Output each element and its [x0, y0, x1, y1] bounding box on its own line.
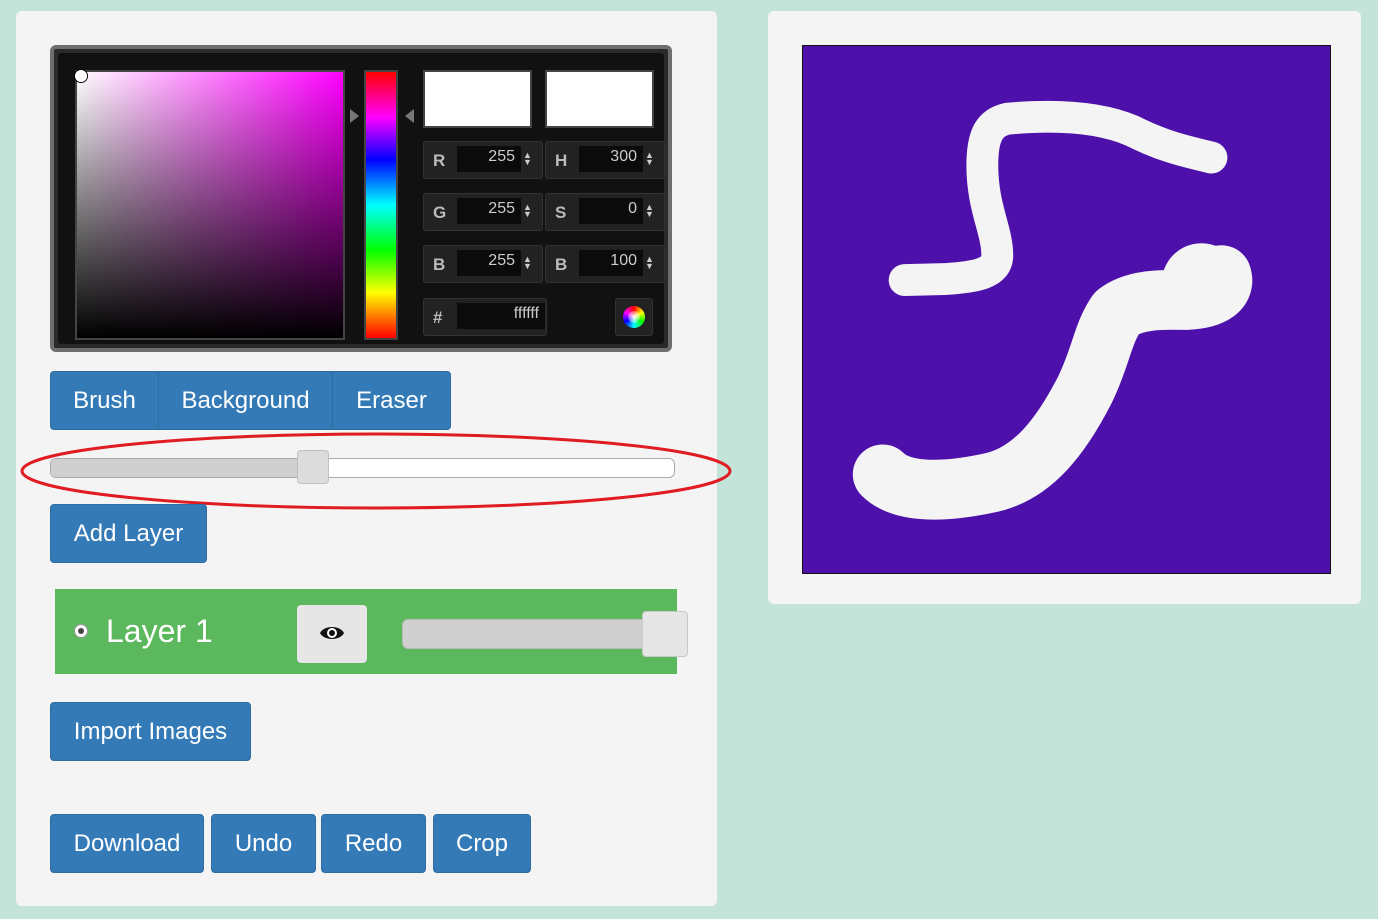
green-field: G 255 ▲ ▼ — [423, 193, 543, 231]
color-wheel-icon — [623, 306, 645, 328]
brightness-spinner-icon[interactable]: ▲ ▼ — [645, 255, 654, 271]
red-input[interactable]: 255 — [457, 146, 521, 172]
hue-input[interactable]: 300 — [579, 146, 643, 172]
brightness-field: B 100 ▲ ▼ — [545, 245, 665, 283]
download-button[interactable]: Download — [50, 814, 204, 873]
redo-button[interactable]: Redo — [321, 814, 426, 873]
green-input[interactable]: 255 — [457, 198, 521, 224]
brush-size-slider[interactable] — [50, 450, 675, 484]
saturation-field: S 0 ▲ ▼ — [545, 193, 665, 231]
hue-bar[interactable] — [364, 70, 398, 340]
background-button[interactable]: Background — [158, 371, 333, 430]
layer-visibility-button[interactable] — [297, 605, 367, 663]
hue-field: H 300 ▲ ▼ — [545, 141, 665, 179]
brush-stroke-blob — [1161, 243, 1242, 323]
new-color-swatch — [423, 70, 532, 128]
saturation-input[interactable]: 0 — [579, 198, 643, 224]
import-images-button[interactable]: Import Images — [50, 702, 251, 761]
color-picker-body: R 255 ▲ ▼ G 255 ▲ ▼ B 255 ▲ ▼ H 300 ▲ ▼ S 0 … — [58, 53, 665, 344]
color-picker: R 255 ▲ ▼ G 255 ▲ ▼ B 255 ▲ ▼ H 300 ▲ ▼ S 0 … — [50, 45, 672, 352]
blue-spinner-icon[interactable]: ▲ ▼ — [523, 255, 532, 271]
hue-label: H — [555, 151, 568, 170]
layer-row[interactable]: Layer 1 — [55, 589, 688, 674]
hex-label: # — [433, 308, 443, 327]
blue-field: B 255 ▲ ▼ — [423, 245, 543, 283]
undo-button[interactable]: Undo — [211, 814, 316, 873]
red-field: R 255 ▲ ▼ — [423, 141, 543, 179]
eraser-button[interactable]: Eraser — [332, 371, 451, 430]
crop-button[interactable]: Crop — [433, 814, 531, 873]
blue-label: B — [433, 255, 446, 274]
layer-name: Layer 1 — [106, 613, 213, 649]
brush-size-fill — [51, 459, 313, 477]
current-color-swatch[interactable] — [545, 70, 654, 128]
brightness-input[interactable]: 100 — [579, 250, 643, 276]
green-spinner-icon[interactable]: ▲ ▼ — [523, 203, 532, 219]
saturation-label: S — [555, 203, 567, 222]
hue-arrow-left-icon — [350, 109, 359, 123]
layer-select-radio[interactable] — [74, 624, 88, 638]
brush-size-track[interactable] — [50, 458, 675, 478]
green-label: G — [433, 203, 447, 222]
red-spinner-icon[interactable]: ▲ ▼ — [523, 151, 532, 167]
layer-opacity-track[interactable] — [402, 619, 664, 649]
brush-button[interactable]: Brush — [50, 371, 159, 430]
hex-field: # ffffff — [423, 298, 547, 336]
color-selection-marker[interactable] — [75, 70, 87, 82]
color-wheel-button[interactable] — [615, 298, 653, 336]
red-label: R — [433, 151, 446, 170]
layer-opacity-slider[interactable] — [402, 611, 688, 657]
hue-spinner-icon[interactable]: ▲ ▼ — [645, 151, 654, 167]
eye-icon — [320, 627, 344, 639]
layer-opacity-handle[interactable] — [642, 611, 688, 657]
drawing-canvas[interactable] — [802, 45, 1331, 574]
brush-size-handle[interactable] — [296, 450, 329, 484]
brightness-label: B — [555, 255, 568, 274]
hue-arrow-right-icon — [405, 109, 414, 123]
saturation-brightness-field[interactable] — [75, 70, 345, 340]
add-layer-button[interactable]: Add Layer — [50, 504, 207, 563]
saturation-spinner-icon[interactable]: ▲ ▼ — [645, 203, 654, 219]
blue-input[interactable]: 255 — [457, 250, 521, 276]
hex-input[interactable]: ffffff — [457, 303, 545, 329]
